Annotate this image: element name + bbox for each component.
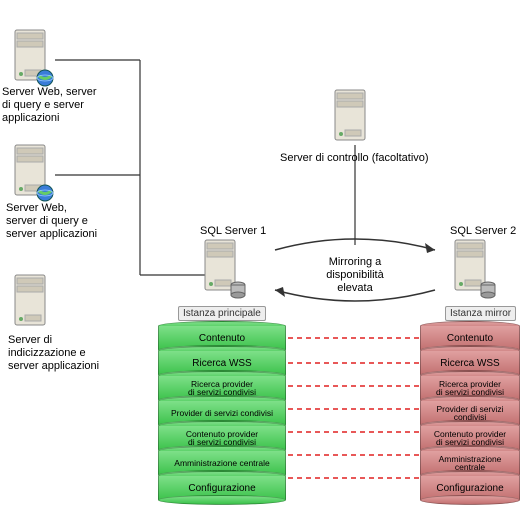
sql-server-2-icon — [455, 240, 485, 290]
index-server-icon — [15, 275, 45, 325]
server-icons — [0, 0, 526, 503]
sql-server-1-icon — [205, 240, 235, 290]
witness-server-icon — [335, 90, 365, 140]
